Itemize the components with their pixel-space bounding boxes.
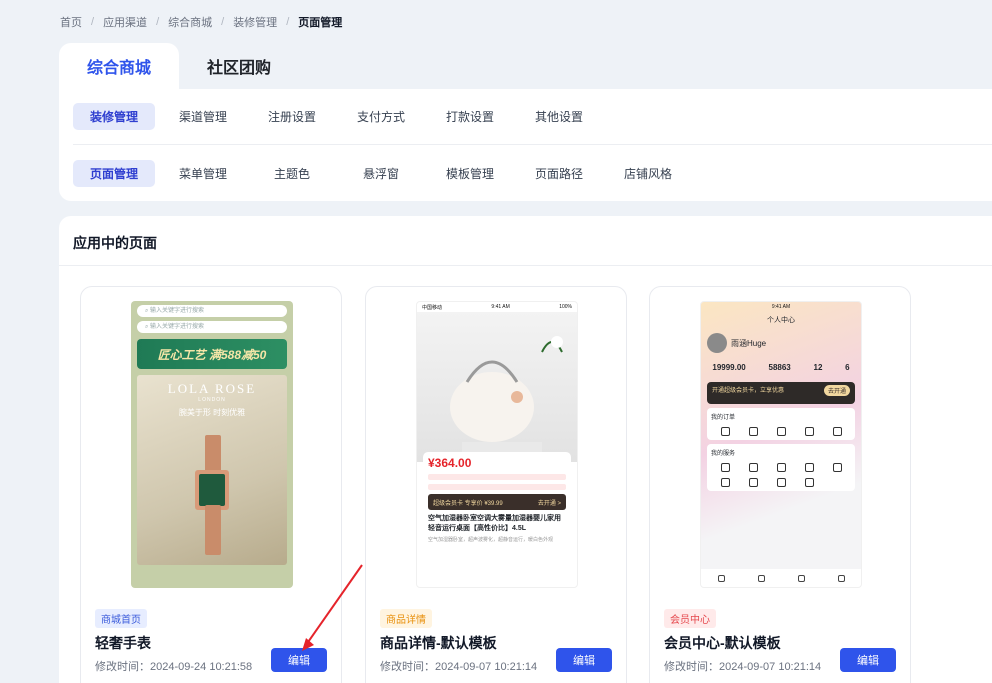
product-name: 空气加湿器卧室空调大雾量加湿器婴儿家用轻音运行桌面【高性价比】4.5L [428, 515, 561, 532]
watch-home-preview: ⌕ 输入关键字进行搜索 ⌕ 输入关键字进行搜索 匠心工艺 满588减50 LOL… [131, 301, 293, 588]
search-bar: ⌕ 输入关键字进行搜索 [137, 321, 287, 333]
pages-panel: 应用中的页面 ⌕ 输入关键字进行搜索 ⌕ 输入关键字进行搜索 匠心工艺 满588… [59, 216, 992, 683]
tab-integrated-mall[interactable]: 综合商城 [59, 43, 180, 89]
product-desc: 空气加湿器卧室，超声波雾化，超静音运行，暖白色外观 [428, 537, 554, 543]
modified-time: 修改时间：2024-09-24 10:21:58 [95, 661, 253, 673]
divider [73, 144, 992, 145]
edit-button[interactable]: 编辑 [556, 648, 612, 672]
page-type-badge: 会员中心 [664, 609, 716, 628]
nav-page-manage[interactable]: 页面管理 [73, 160, 155, 187]
breadcrumb-item[interactable]: 装修管理 [233, 14, 277, 30]
search-bar: ⌕ 输入关键字进行搜索 [137, 305, 287, 317]
nav-register[interactable]: 注册设置 [251, 103, 333, 130]
page-card[interactable]: ⌕ 输入关键字进行搜索 ⌕ 输入关键字进行搜索 匠心工艺 满588减50 LOL… [80, 286, 342, 683]
user-name: 雨涵Huge [731, 338, 767, 348]
page-card[interactable]: 9:41 AM 个人中心 雨涵Huge 19999.00 58863 12 6 开通超… [649, 286, 911, 683]
member-center-preview: 9:41 AM 个人中心 雨涵Huge 19999.00 58863 12 6 开通超… [700, 301, 862, 588]
breadcrumb-item[interactable]: 应用渠道 [103, 14, 147, 30]
breadcrumb-current: 页面管理 [298, 17, 343, 29]
breadcrumb-item[interactable]: 首页 [60, 14, 82, 30]
page-name: 轻奢手表 [95, 635, 151, 651]
nav-payment[interactable]: 支付方式 [340, 103, 422, 130]
product-photo [417, 312, 577, 462]
breadcrumb-item[interactable]: 综合商城 [168, 14, 212, 30]
page-thumbnail[interactable]: 中国移动 9:41 AM 100% ¥364.00 超级会员卡 专享价 ¥39.… [366, 287, 626, 592]
nav-row-primary: 装修管理 渠道管理 注册设置 支付方式 打款设置 其他设置 [73, 103, 607, 130]
user-info: 雨涵Huge [701, 325, 861, 353]
nav-menu-manage[interactable]: 菜单管理 [162, 160, 244, 187]
page-type-badge: 商品详情 [380, 609, 432, 628]
nav-page-path[interactable]: 页面路径 [518, 160, 600, 187]
tab-community-group[interactable]: 社区团购 [179, 43, 299, 89]
vip-bar: 超级会员卡 专享价 ¥39.99 去开通 > [428, 494, 566, 510]
kettle-icon [450, 336, 563, 462]
vip-bar: 开通超级会员卡，立享优惠 去开通 [707, 382, 855, 404]
product-detail-preview: 中国移动 9:41 AM 100% ¥364.00 超级会员卡 专享价 ¥39.… [416, 301, 578, 588]
nav-row-secondary: 页面管理 菜单管理 主题色 悬浮窗 模板管理 页面路径 店铺风格 [73, 160, 696, 187]
nav-store-style[interactable]: 店铺风格 [607, 160, 689, 187]
user-stats: 19999.00 58863 12 6 [712, 363, 850, 372]
modified-time: 修改时间：2024-09-07 10:21:14 [664, 661, 822, 673]
nav-theme-color[interactable]: 主题色 [251, 160, 333, 187]
nav-channel[interactable]: 渠道管理 [162, 103, 244, 130]
orders-box: 我的订单 [707, 408, 855, 440]
price: ¥364.00 [428, 456, 472, 470]
section-title: 应用中的页面 [73, 235, 157, 251]
edit-button[interactable]: 编辑 [840, 648, 896, 672]
divider [59, 265, 992, 266]
services-box: 我的服务 [707, 444, 855, 491]
edit-button[interactable]: 编辑 [271, 648, 327, 672]
avatar [707, 333, 727, 353]
nav-template-manage[interactable]: 模板管理 [429, 160, 511, 187]
page-thumbnail[interactable]: ⌕ 输入关键字进行搜索 ⌕ 输入关键字进行搜索 匠心工艺 满588减50 LOL… [81, 287, 341, 592]
promo-banner: 匠心工艺 满588减50 [137, 339, 287, 369]
modified-time: 修改时间：2024-09-07 10:21:14 [380, 661, 538, 673]
tab-bar [701, 569, 861, 587]
page-type-badge: 商城首页 [95, 609, 147, 628]
page-title: 个人中心 [767, 317, 795, 324]
watch-icon [195, 435, 229, 555]
nav-float-window[interactable]: 悬浮窗 [340, 160, 422, 187]
page-name: 商品详情-默认模板 [380, 635, 497, 651]
page-thumbnail[interactable]: 9:41 AM 个人中心 雨涵Huge 19999.00 58863 12 6 开通超… [650, 287, 910, 592]
product-info: ¥364.00 超级会员卡 专享价 ¥39.99 去开通 > 空气加湿器卧室空调大… [423, 452, 571, 548]
breadcrumb: 首页 / 应用渠道 / 综合商城 / 装修管理 / 页面管理 [60, 14, 343, 30]
page-card[interactable]: 中国移动 9:41 AM 100% ¥364.00 超级会员卡 专享价 ¥39.… [365, 286, 627, 683]
watch-photo: LOLA ROSE LONDON 腕美于形 时刻优雅 [137, 375, 287, 565]
nav-card: 装修管理 渠道管理 注册设置 支付方式 打款设置 其他设置 页面管理 菜单管理 … [59, 89, 992, 201]
channel-tabs: 综合商城 社区团购 [59, 43, 299, 89]
nav-other[interactable]: 其他设置 [518, 103, 600, 130]
status-bar: 9:41 AM [771, 304, 791, 310]
nav-decoration[interactable]: 装修管理 [73, 103, 155, 130]
nav-payout[interactable]: 打款设置 [429, 103, 511, 130]
page-name: 会员中心-默认模板 [664, 635, 781, 651]
status-bar: 中国移动 9:41 AM 100% [422, 304, 572, 311]
